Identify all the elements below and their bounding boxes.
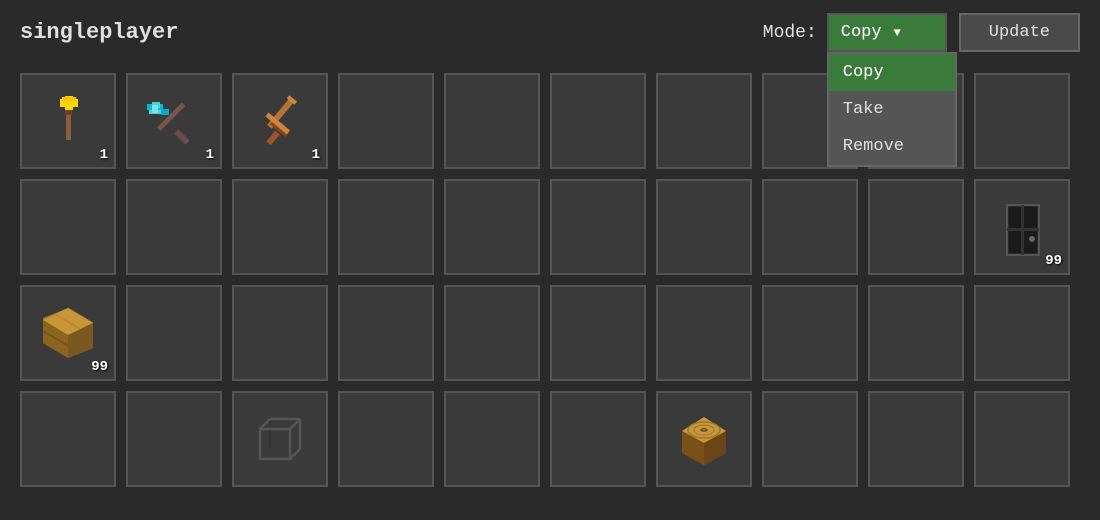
item-icon-iron_sword (246, 87, 314, 155)
inventory-cell-r0-c2[interactable]: 1 (232, 73, 328, 169)
inventory-cell-r2-c9[interactable] (974, 285, 1070, 381)
item-count: 1 (312, 147, 320, 163)
page-title: singleplayer (20, 20, 763, 45)
dropdown-item-take[interactable]: Take (829, 91, 955, 128)
inventory-cell-r1-c4[interactable] (444, 179, 540, 275)
inventory-cell-r3-c6[interactable] (656, 391, 752, 487)
inventory-cell-r0-c5[interactable] (550, 73, 646, 169)
inventory-cell-r1-c6[interactable] (656, 179, 752, 275)
inventory-cell-r3-c5[interactable] (550, 391, 646, 487)
mode-dropdown-button[interactable]: Copy ▼ (827, 13, 947, 52)
inventory-cell-r2-c4[interactable] (444, 285, 540, 381)
inventory-cell-r3-c4[interactable] (444, 391, 540, 487)
inventory-cell-r3-c0[interactable] (20, 391, 116, 487)
mode-dropdown-menu: Copy Take Remove (827, 52, 957, 167)
inventory-cell-r1-c9[interactable]: 99 (974, 179, 1070, 275)
item-icon-golden_shovel (34, 87, 102, 155)
inventory-cell-r0-c9[interactable] (974, 73, 1070, 169)
inventory-cell-r2-c6[interactable] (656, 285, 752, 381)
inventory-cell-r1-c8[interactable] (868, 179, 964, 275)
inventory-cell-r3-c1[interactable] (126, 391, 222, 487)
inventory-cell-r0-c6[interactable] (656, 73, 752, 169)
item-count: 99 (1045, 253, 1062, 269)
inventory-cell-r2-c1[interactable] (126, 285, 222, 381)
item-count: 1 (206, 147, 214, 163)
dropdown-item-copy[interactable]: Copy (829, 54, 955, 91)
inventory-cell-r3-c3[interactable] (338, 391, 434, 487)
dropdown-item-remove[interactable]: Remove (829, 128, 955, 165)
inventory-cell-r0-c0[interactable]: 1 (20, 73, 116, 169)
item-count: 99 (91, 359, 108, 375)
inventory-cell-r2-c5[interactable] (550, 285, 646, 381)
chevron-down-icon: ▼ (894, 26, 901, 40)
mode-label: Mode: (763, 23, 817, 43)
item-icon-wood_planks (34, 299, 102, 367)
item-icon-dark_door (988, 193, 1056, 261)
inventory-cell-r1-c0[interactable] (20, 179, 116, 275)
inventory-cell-r0-c1[interactable]: 1 (126, 73, 222, 169)
inventory-cell-r0-c4[interactable] (444, 73, 540, 169)
item-icon-wood_log_top (670, 405, 738, 473)
inventory-cell-r1-c3[interactable] (338, 179, 434, 275)
inventory-cell-r3-c7[interactable] (762, 391, 858, 487)
inventory-cell-r3-c2[interactable] (232, 391, 328, 487)
inventory-cell-r3-c9[interactable] (974, 391, 1070, 487)
inventory-cell-r3-c8[interactable] (868, 391, 964, 487)
inventory-cell-r2-c8[interactable] (868, 285, 964, 381)
inventory-cell-r1-c1[interactable] (126, 179, 222, 275)
item-icon-cube_outline (246, 405, 314, 473)
inventory-cell-r2-c2[interactable] (232, 285, 328, 381)
item-icon-diamond_pickaxe (140, 87, 208, 155)
mode-dropdown-wrapper[interactable]: Copy ▼ Copy Take Remove (827, 13, 947, 52)
inventory-cell-r2-c0[interactable]: 99 (20, 285, 116, 381)
inventory-cell-r1-c5[interactable] (550, 179, 646, 275)
inventory-cell-r2-c3[interactable] (338, 285, 434, 381)
inventory-cell-r1-c2[interactable] (232, 179, 328, 275)
mode-selected-label: Copy (841, 23, 882, 42)
update-button[interactable]: Update (959, 13, 1080, 52)
inventory-cell-r2-c7[interactable] (762, 285, 858, 381)
item-count: 1 (100, 147, 108, 163)
inventory-cell-r1-c7[interactable] (762, 179, 858, 275)
inventory-cell-r0-c3[interactable] (338, 73, 434, 169)
header: singleplayer Mode: Copy ▼ Copy Take Remo… (0, 0, 1100, 65)
